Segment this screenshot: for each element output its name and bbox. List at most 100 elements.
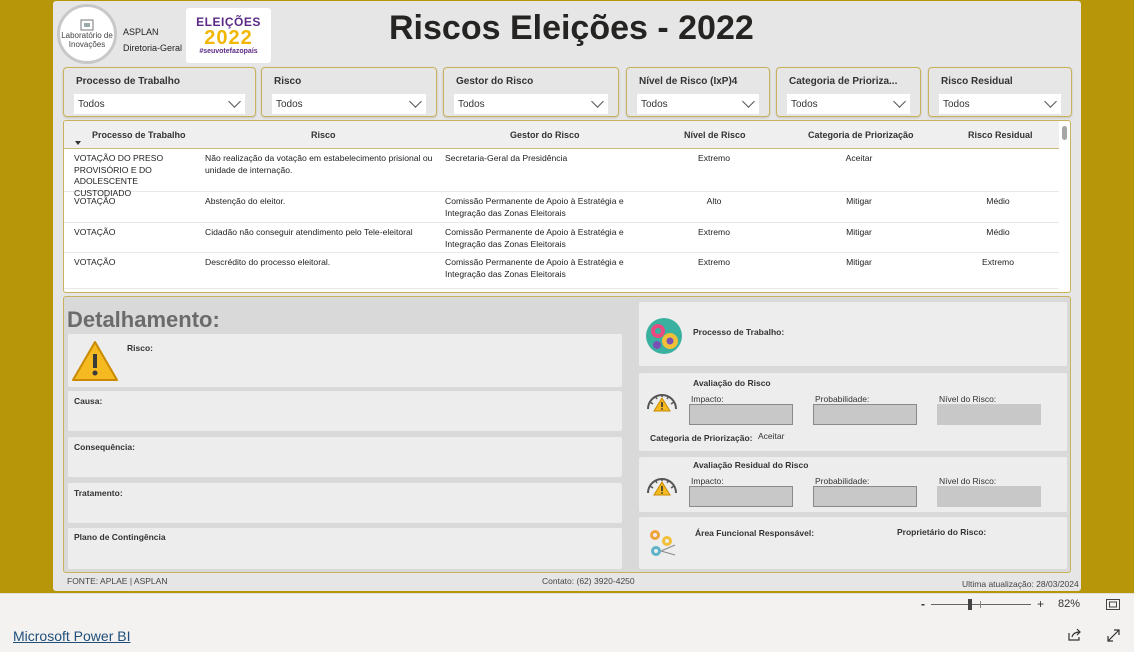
cell-risco: Descrédito do processo eleitoral. xyxy=(205,257,331,267)
slicer-dropdown[interactable]: Todos xyxy=(74,94,245,114)
zoom-out-button[interactable]: - xyxy=(921,597,925,611)
residual-title: Avaliação Residual do Risco xyxy=(693,460,809,470)
slicer-value: Todos xyxy=(943,99,970,110)
slicer-processo[interactable]: Processo de Trabalho Todos xyxy=(63,67,256,117)
slicer-nivel[interactable]: Nível de Risco (IxP)4 Todos xyxy=(626,67,770,117)
source-text: FONTE: APLAE | ASPLAN xyxy=(67,576,168,586)
zoom-slider-track[interactable] xyxy=(931,604,1031,605)
risk-table: Processo de Trabalho Risco Gestor do Ris… xyxy=(63,120,1071,293)
table-scrollbar[interactable] xyxy=(1062,126,1067,140)
risk-gauge-icon xyxy=(647,478,677,496)
risk-gauge-icon xyxy=(647,394,677,412)
gears-icon xyxy=(646,318,682,354)
cell-categoria: Mitigar xyxy=(846,196,872,206)
causa-label: Causa: xyxy=(74,396,103,406)
categoria-label: Categoria de Priorização: xyxy=(650,433,753,443)
column-header-categoria[interactable]: Categoria de Priorização xyxy=(808,130,914,140)
org-name: ASPLAN Diretoria-Geral xyxy=(123,24,182,56)
cell-processo: VOTAÇÃO xyxy=(74,196,116,206)
avaliacao-title: Avaliação do Risco xyxy=(693,378,771,388)
powerbi-link[interactable]: Microsoft Power BI xyxy=(13,628,130,644)
zoom-slider-thumb[interactable] xyxy=(968,599,972,610)
chevron-down-icon xyxy=(1044,95,1057,108)
slicer-dropdown[interactable]: Todos xyxy=(272,94,426,114)
cell-gestor: Comissão Permanente de Apoio à Estratégi… xyxy=(445,257,624,279)
impacto-value-box xyxy=(689,404,793,425)
cell-categoria: Mitigar xyxy=(846,257,872,267)
column-header-gestor[interactable]: Gestor do Risco xyxy=(510,130,580,140)
slicer-label: Risco Residual xyxy=(941,76,1013,87)
residual-probabilidade-box xyxy=(813,486,917,507)
cell-gestor: Comissão Permanente de Apoio à Estratégi… xyxy=(445,227,624,249)
cell-nivel: Extremo xyxy=(698,257,730,267)
table-row[interactable]: VOTAÇÃO Descrédito do processo eleitoral… xyxy=(64,253,1059,289)
org-line-2: Diretoria-Geral xyxy=(123,43,183,53)
eleicoes-2022-logo: ELEIÇÕES 2022 #seuvotefazopaís xyxy=(186,8,271,63)
residual-probabilidade-label: Probabilidade: xyxy=(815,476,870,486)
cell-residual: Extremo xyxy=(982,257,1014,267)
plano-label: Plano de Contingência xyxy=(74,532,166,542)
processo-label: Processo de Trabalho: xyxy=(693,327,785,337)
slicer-categoria[interactable]: Categoria de Prioriza... Todos xyxy=(776,67,921,117)
cell-risco: Cidadão não conseguir atendimento pelo T… xyxy=(205,227,413,237)
column-header-processo[interactable]: Processo de Trabalho xyxy=(92,130,186,140)
slicer-label: Gestor do Risco xyxy=(456,76,534,87)
slicer-label: Processo de Trabalho xyxy=(76,76,180,87)
slicer-dropdown[interactable]: Todos xyxy=(454,94,608,114)
chevron-down-icon xyxy=(893,95,906,108)
risco-label: Risco: xyxy=(127,343,153,353)
zoom-slider-tick xyxy=(980,601,981,608)
cell-processo: VOTAÇÃO xyxy=(74,257,116,267)
slicer-dropdown[interactable]: Todos xyxy=(939,94,1061,114)
probabilidade-value-box xyxy=(813,404,917,425)
table-row[interactable]: VOTAÇÃO Abstenção do eleitor. Comissão P… xyxy=(64,192,1059,223)
residual-impacto-label: Impacto: xyxy=(691,476,724,486)
column-header-risco[interactable]: Risco xyxy=(311,130,336,140)
plano-card: Plano de Contingência xyxy=(68,528,622,569)
powerbi-footer xyxy=(0,593,1134,652)
nivel-value-box xyxy=(937,404,1041,425)
column-header-nivel[interactable]: Nível de Risco xyxy=(684,130,746,140)
zoom-level: 82% xyxy=(1058,598,1081,610)
sort-desc-icon xyxy=(75,141,81,145)
chevron-down-icon xyxy=(591,95,604,108)
slicer-label: Nível de Risco (IxP)4 xyxy=(639,76,738,87)
chevron-down-icon xyxy=(742,95,755,108)
avaliacao-card: Avaliação do Risco Impacto: Probabilidad… xyxy=(639,373,1067,451)
logo-line-1: ELEIÇÕES xyxy=(196,14,261,29)
slicer-residual[interactable]: Risco Residual Todos xyxy=(928,67,1072,117)
residual-card: Avaliação Residual do Risco Impacto: Pro… xyxy=(639,457,1067,512)
last-updated-text: Ultima atualização: 28/03/2024 xyxy=(962,579,1079,589)
table-row[interactable]: VOTAÇÃO Cidadão não conseguir atendiment… xyxy=(64,223,1059,253)
area-label: Área Funcional Responsável: xyxy=(695,528,815,538)
cell-risco: Não realização da votação em estabelecim… xyxy=(205,153,433,175)
slicer-value: Todos xyxy=(458,99,485,110)
table-row[interactable]: VOTAÇÃO DO PRESO PROVISÓRIO E DO ADOLESC… xyxy=(64,149,1059,198)
zoom-in-button[interactable]: + xyxy=(1037,597,1044,611)
share-icon[interactable] xyxy=(1068,628,1082,641)
cell-categoria: Mitigar xyxy=(846,227,872,237)
cell-gestor: Secretaria-Geral da Presidência xyxy=(445,153,568,163)
cell-residual: Médio xyxy=(986,196,1010,206)
slicer-value: Todos xyxy=(78,99,105,110)
detail-title: Detalhamento: xyxy=(67,307,220,332)
slicer-value: Todos xyxy=(791,99,818,110)
warning-icon xyxy=(72,341,118,381)
cell-nivel: Alto xyxy=(706,196,722,206)
lab-inovacoes-logo: Laboratório de Inovações xyxy=(57,4,117,64)
slicer-dropdown[interactable]: Todos xyxy=(787,94,910,114)
slicer-label: Risco xyxy=(274,76,302,87)
chevron-down-icon xyxy=(409,95,422,108)
fullscreen-icon[interactable] xyxy=(1107,629,1120,642)
workflow-icon xyxy=(650,530,676,556)
slicer-dropdown[interactable]: Todos xyxy=(637,94,759,114)
slicer-gestor[interactable]: Gestor do Risco Todos xyxy=(443,67,619,117)
consequencia-label: Consequência: xyxy=(74,442,135,452)
slicer-label: Categoria de Prioriza... xyxy=(789,76,898,87)
column-header-residual[interactable]: Risco Residual xyxy=(968,130,1033,140)
nivel-label: Nível do Risco: xyxy=(939,394,997,404)
report-canvas: Laboratório de Inovações ASPLAN Diretori… xyxy=(53,1,1081,591)
slicer-risco[interactable]: Risco Todos xyxy=(261,67,437,117)
fit-to-page-icon[interactable] xyxy=(1106,599,1120,610)
table-header: Processo de Trabalho Risco Gestor do Ris… xyxy=(64,121,1059,149)
